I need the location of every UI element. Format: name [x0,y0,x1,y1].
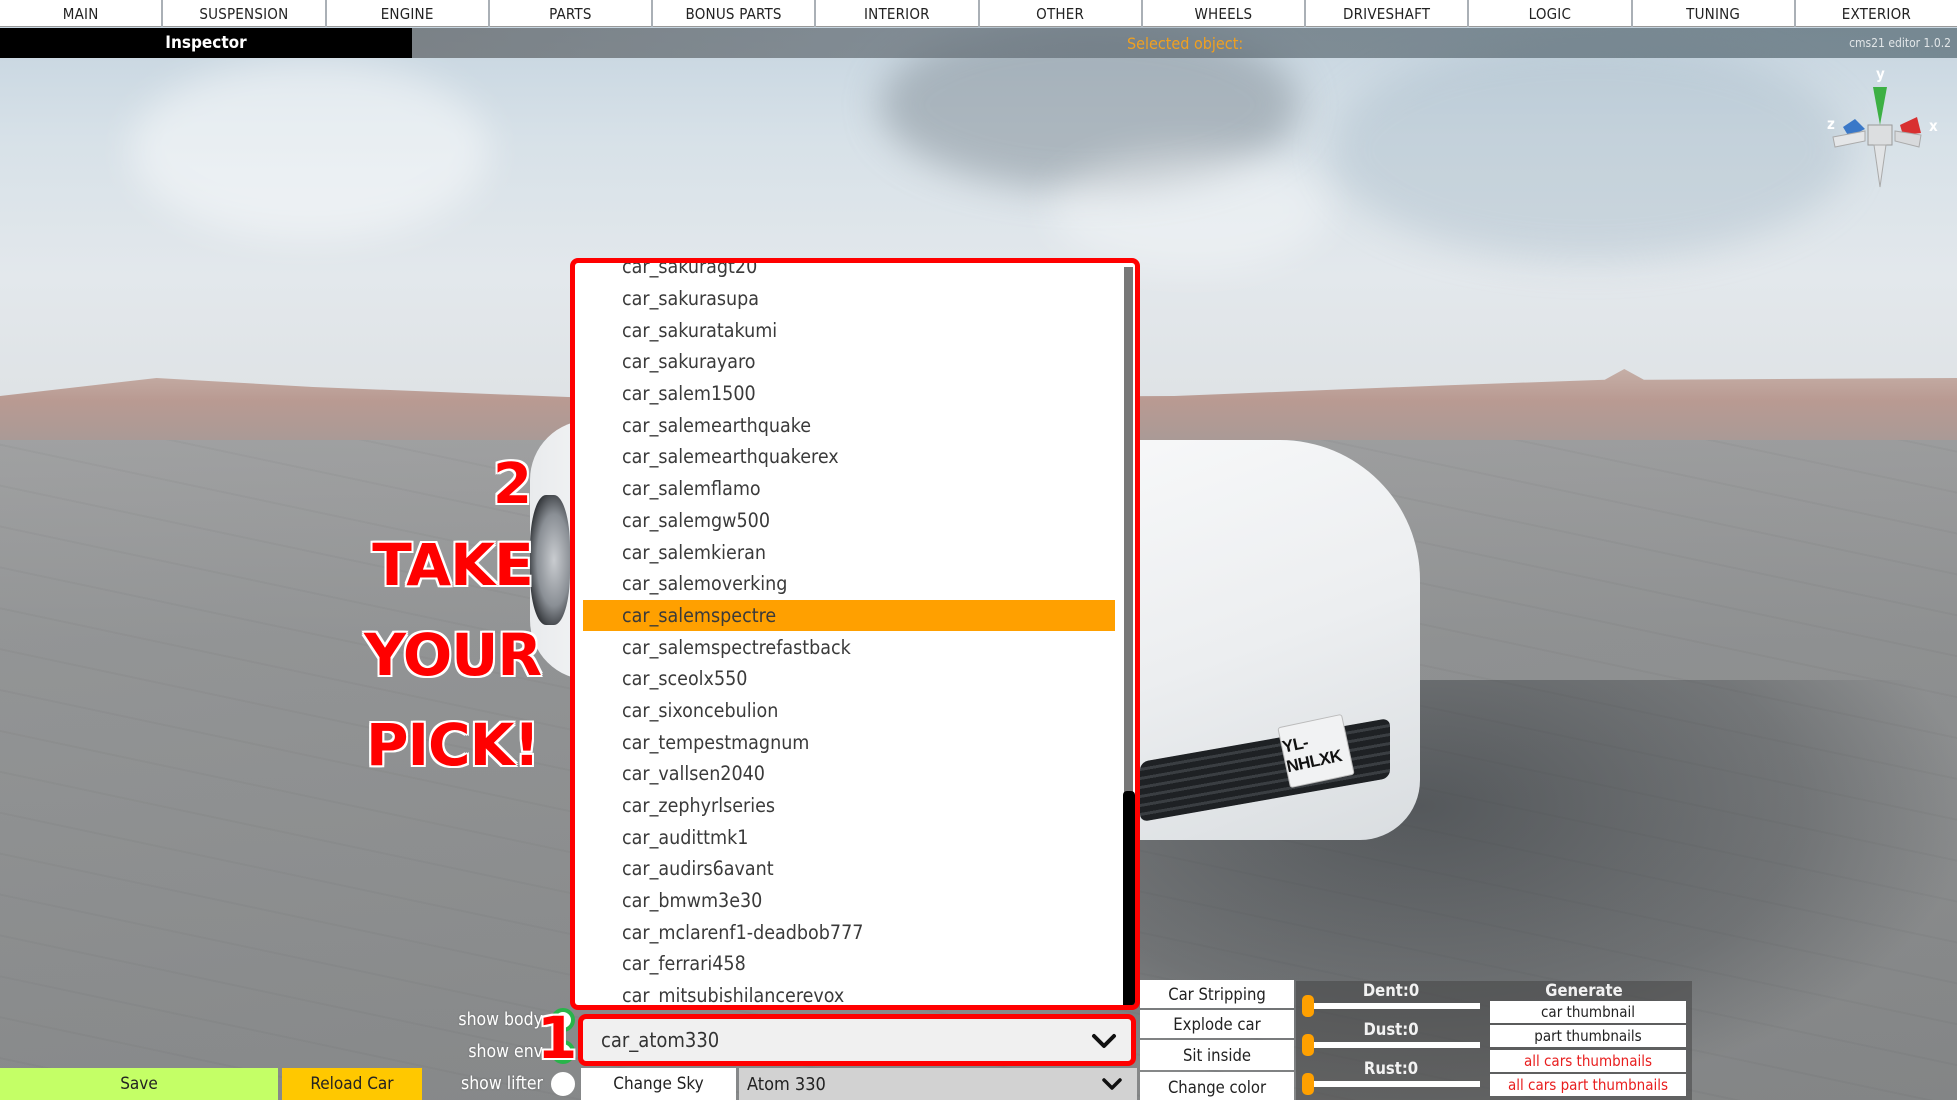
chevron-down-icon [1102,1078,1122,1090]
change-sky-button[interactable]: Change Sky [581,1068,736,1100]
tab-driveshaft[interactable]: DRIVESHAFT [1306,0,1470,27]
car-list-item-selected[interactable]: car_salemspectre [583,599,1115,632]
toggle-label: show body [458,1010,543,1030]
generate-part-thumbnails-button[interactable]: part thumbnails [1490,1025,1686,1047]
car-list-item[interactable]: car_salemkieran [575,536,1119,568]
tab-exterior[interactable]: EXTERIOR [1796,0,1957,27]
rust-slider[interactable]: Rust:0 [1302,1059,1480,1099]
selected-object-label: Selected object: [1127,33,1244,53]
car-list-item[interactable]: car_audittmk1 [575,821,1119,853]
axis-gizmo[interactable]: y x z [1825,65,1938,195]
inspector-button[interactable]: Inspector [0,28,412,58]
car-list-items: car_sakuragt20 car_sakurasupa car_sakurata… [575,263,1119,1005]
slider-handle[interactable] [1302,1073,1314,1095]
slider-track[interactable] [1308,1081,1480,1087]
condition-panel: Dent:0 Dust:0 Rust:0 Generate car thumbn… [1296,981,1692,1100]
toggle-knob-show-lifter[interactable] [551,1072,575,1096]
generate-all-cars-part-thumbnails-button[interactable]: all cars part thumbnails [1490,1074,1686,1096]
tab-tuning[interactable]: TUNING [1633,0,1796,27]
annotation-take-your-pick: TAKE YOUR PICK! [360,520,545,790]
x-axis-label: x [1929,117,1938,135]
car-stripping-button[interactable]: Car Stripping [1140,980,1294,1008]
z-axis-label: z [1827,115,1835,133]
toggle-label: show env [468,1042,543,1062]
car-list-item[interactable]: car_salemgw500 [575,505,1119,537]
y-axis-cone [1873,87,1887,125]
car-list-item[interactable]: car_mclarenf1-deadbob777 [575,916,1119,948]
tab-main[interactable]: MAIN [0,0,164,27]
scrollbar-thumb[interactable] [1123,791,1135,1005]
car-list-item[interactable]: car_salemearthquakerex [575,441,1119,473]
chevron-down-icon [1092,1034,1116,1048]
car-list-item[interactable]: car_salemearthquake [575,409,1119,441]
version-label: cms21 editor 1.0.2 [1849,36,1951,50]
slider-handle[interactable] [1302,995,1314,1017]
tab-other[interactable]: OTHER [980,0,1143,27]
dust-slider[interactable]: Dust:0 [1302,1020,1480,1060]
car-list-item[interactable]: car_ferrari458 [575,948,1119,980]
car-list-item[interactable]: car_mitsubishilancerevox [575,980,1119,1005]
car-list-item[interactable]: car_audirs6avant [575,853,1119,885]
car-list-item[interactable]: car_sakuratakumi [575,314,1119,346]
y-axis-label: y [1876,65,1885,83]
cloud [130,60,490,240]
change-color-button[interactable]: Change color [1140,1072,1294,1100]
generate-car-thumbnail-button[interactable]: car thumbnail [1490,1001,1686,1023]
top-menu: MAIN SUSPENSION ENGINE PARTS BONUS PARTS… [0,0,1957,27]
tab-parts[interactable]: PARTS [490,0,653,27]
car-list-item[interactable]: car_sakurayaro [575,346,1119,378]
sit-inside-button[interactable]: Sit inside [1140,1040,1294,1070]
car-list-item[interactable]: car_salemoverking [575,568,1119,600]
car-list-item[interactable]: car_zephyrlseries [575,790,1119,822]
save-button[interactable]: Save [0,1068,278,1100]
car-list-item[interactable]: car_sceolx550 [575,663,1119,695]
tab-interior[interactable]: INTERIOR [816,0,980,27]
car-list-item[interactable]: car_sixoncebulion [575,695,1119,727]
annotation-step-1: 1 [537,1004,578,1072]
car-list-item[interactable]: car_sakuragt20 [575,263,1119,283]
toggle-label: show lifter [461,1074,543,1094]
neg-y-cone [1873,144,1887,188]
annotation-line: PICK! [365,711,540,779]
car-select-dropdown[interactable]: car_atom330 [578,1014,1136,1066]
car-list-item[interactable]: car_vallsen2040 [575,758,1119,790]
rust-label: Rust:0 [1363,1059,1419,1078]
reload-car-button[interactable]: Reload Car [282,1068,422,1100]
car-dropdown-list[interactable]: car_sakuragt20 car_sakurasupa car_sakurata… [570,258,1140,1010]
info-bar: Inspector Selected object: cms21 editor … [0,28,1957,58]
annotation-step-2: 2 [493,452,532,517]
model-select-dropdown[interactable]: Atom 330 [739,1068,1137,1100]
dust-label: Dust:0 [1363,1020,1419,1039]
gizmo-center-cube [1867,124,1893,146]
tab-engine[interactable]: ENGINE [327,0,490,27]
tab-logic[interactable]: LOGIC [1469,0,1633,27]
car-list-item[interactable]: car_sakurasupa [575,283,1119,315]
annotation-line: TAKE [372,531,534,599]
dent-label: Dent:0 [1362,981,1420,1000]
slider-track[interactable] [1308,1042,1480,1048]
axis-gizmo-icon [1832,87,1922,188]
car-list-item[interactable]: car_tempestmagnum [575,726,1119,758]
cloud [1330,40,1850,260]
generate-all-cars-thumbnails-button[interactable]: all cars thumbnails [1490,1050,1686,1072]
cloud [1050,150,1330,270]
dent-slider[interactable]: Dent:0 [1302,981,1480,1021]
slider-handle[interactable] [1302,1034,1314,1056]
generate-title: Generate [1545,981,1623,1000]
car-list-item[interactable]: car_salemspectrefastback [575,631,1119,663]
annotation-line: YOUR [364,621,542,689]
explode-car-button[interactable]: Explode car [1140,1010,1294,1038]
tab-bonus-parts[interactable]: BONUS PARTS [653,0,817,27]
tab-suspension[interactable]: SUSPENSION [163,0,327,27]
car-actions: Car Stripping Explode car Sit inside Cha… [1140,980,1294,1100]
car-select-value: car_atom330 [601,1028,720,1052]
car-list-item[interactable]: car_salemflamo [575,473,1119,505]
car-list-item[interactable]: car_salem1500 [575,378,1119,410]
car-list-item[interactable]: car_bmwm3e30 [575,885,1119,917]
slider-track[interactable] [1308,1003,1480,1009]
model-select-value: Atom 330 [747,1073,826,1095]
tab-wheels[interactable]: WHEELS [1143,0,1306,27]
toggle-show-lifter[interactable]: show lifter [430,1071,575,1097]
